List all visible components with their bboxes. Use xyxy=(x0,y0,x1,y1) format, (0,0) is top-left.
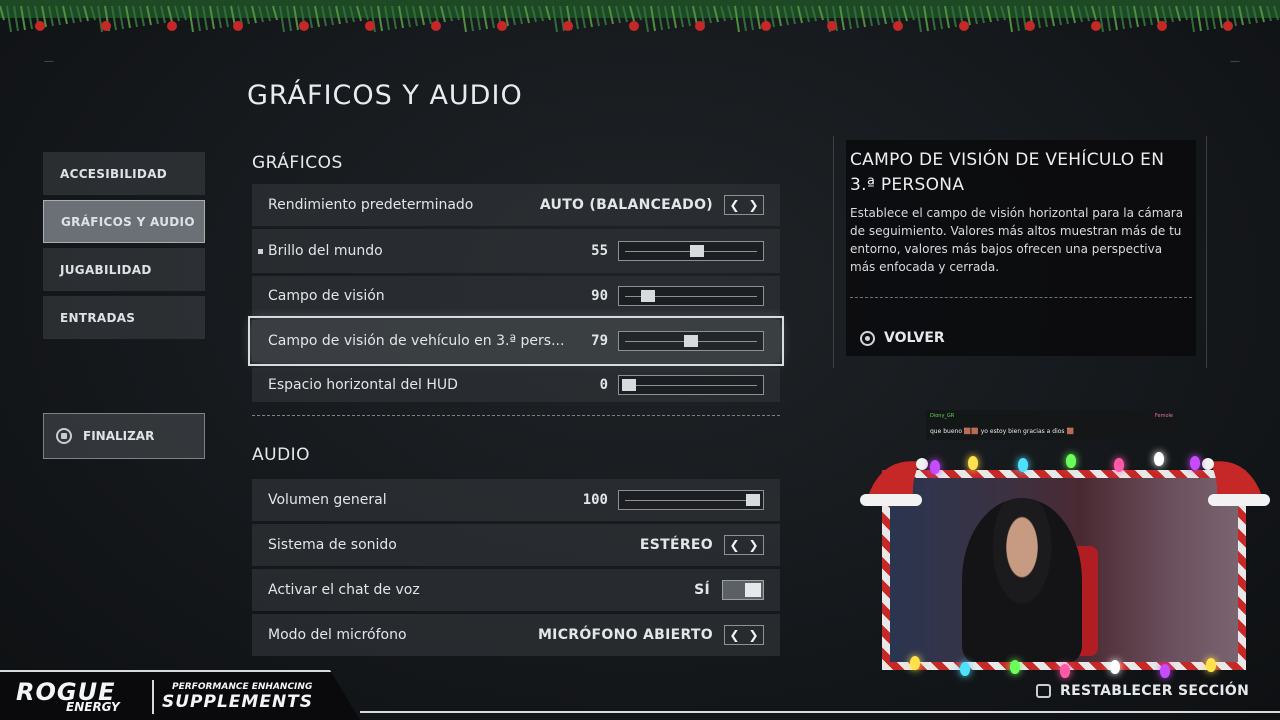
chevron-right-icon[interactable]: ❯ xyxy=(748,198,758,212)
chevron-right-icon[interactable]: ❯ xyxy=(748,628,758,642)
sidebar-item-graficos-audio[interactable]: GRÁFICOS Y AUDIO xyxy=(43,200,205,243)
christmas-garland xyxy=(0,0,1280,33)
chevron-left-icon[interactable]: ❮ xyxy=(729,538,739,552)
slider[interactable] xyxy=(618,375,764,395)
slider-handle[interactable] xyxy=(684,335,698,347)
setting-row-campo-vision-vehiculo[interactable]: Campo de visión de vehículo en 3.ª pers.… xyxy=(248,316,784,366)
setting-row-rendimiento[interactable]: Rendimiento predeterminado AUTO (BALANCE… xyxy=(252,184,780,226)
corner-mark: — xyxy=(1230,56,1240,67)
square-button-icon xyxy=(56,428,72,444)
bottom-rule xyxy=(360,711,1280,713)
chat-username: Diony_GR xyxy=(930,413,955,419)
setting-label: Activar el chat de voz xyxy=(268,582,420,598)
view-button-icon xyxy=(1036,684,1051,698)
sponsor-logo-sub: ENERGY xyxy=(66,700,120,714)
setting-label: Campo de visión xyxy=(268,288,385,304)
section-title-audio: AUDIO xyxy=(252,445,311,465)
graphics-settings-list: Rendimiento predeterminado AUTO (BALANCE… xyxy=(248,184,784,405)
chevron-left-icon[interactable]: ❮ xyxy=(729,198,739,212)
chat-message: que bueno 🟫🟫 yo estoy bien gracias a dio… xyxy=(930,428,1074,435)
slider-handle[interactable] xyxy=(640,290,655,302)
setting-label: Espacio horizontal del HUD xyxy=(268,377,458,393)
setting-value: ESTÉREO xyxy=(639,537,713,553)
chevron-right-icon[interactable]: ❯ xyxy=(748,538,758,552)
slider[interactable] xyxy=(618,241,764,261)
setting-label: Volumen general xyxy=(268,492,387,508)
slider-handle[interactable] xyxy=(622,379,636,391)
page-title: GRÁFICOS Y AUDIO xyxy=(247,80,523,111)
sidebar-item-entradas[interactable]: ENTRADAS xyxy=(43,296,205,339)
setting-row-volumen[interactable]: Volumen general 100 xyxy=(252,479,780,521)
reset-section-button[interactable]: RESTABLECER SECCIÓN xyxy=(1036,683,1249,699)
option-arrows[interactable]: ❮ ❯ xyxy=(724,535,764,555)
sidebar-item-jugabilidad[interactable]: JUGABILIDAD xyxy=(43,248,205,291)
setting-row-brillo[interactable]: Brillo del mundo 55 xyxy=(252,229,780,273)
section-divider xyxy=(252,415,780,416)
sponsor-tagline-main: SUPPLEMENTS xyxy=(162,692,314,712)
setting-value: 100 xyxy=(582,492,608,508)
modified-indicator-icon xyxy=(258,248,263,254)
setting-value: MICRÓFONO ABIERTO xyxy=(537,627,713,643)
sidebar: ACCESIBILIDAD GRÁFICOS Y AUDIO JUGABILID… xyxy=(43,152,205,344)
info-title: CAMPO DE VISIÓN DE VEHÍCULO EN 3.ª PERSO… xyxy=(850,150,1165,195)
audio-settings-list: Volumen general 100 Sistema de sonido ES… xyxy=(252,479,780,659)
setting-row-modo-microfono[interactable]: Modo del micrófono MICRÓFONO ABIERTO ❮ ❯ xyxy=(252,614,780,656)
toggle-switch[interactable] xyxy=(722,580,764,600)
setting-row-sistema-sonido[interactable]: Sistema de sonido ESTÉREO ❮ ❯ xyxy=(252,524,780,566)
slider-handle[interactable] xyxy=(746,494,760,506)
setting-label: Campo de visión de vehículo en 3.ª pers.… xyxy=(268,333,565,349)
sponsor-tagline-top: PERFORMANCE ENHANCING xyxy=(172,682,313,692)
streamer xyxy=(962,498,1082,662)
setting-value: 90 xyxy=(591,288,608,304)
chevron-left-icon[interactable]: ❮ xyxy=(729,628,739,642)
slider[interactable] xyxy=(618,490,764,510)
webcam-overlay xyxy=(860,452,1270,680)
webcam-feed xyxy=(882,470,1246,670)
option-arrows[interactable]: ❮ ❯ xyxy=(724,195,764,215)
santa-hat-icon xyxy=(860,458,928,506)
info-panel: CAMPO DE VISIÓN DE VEHÍCULO EN 3.ª PERSO… xyxy=(846,140,1196,356)
section-title-graphics: GRÁFICOS xyxy=(252,153,343,173)
setting-value: 55 xyxy=(591,243,608,259)
option-arrows[interactable]: ❮ ❯ xyxy=(724,625,764,645)
circle-button-icon xyxy=(860,330,875,346)
setting-row-espacio-hud[interactable]: Espacio horizontal del HUD 0 xyxy=(252,368,780,402)
setting-row-campo-vision[interactable]: Campo de visión 90 xyxy=(252,276,780,316)
setting-value: AUTO (BALANCEADO) xyxy=(539,197,713,213)
slider[interactable] xyxy=(618,286,764,306)
setting-label: Brillo del mundo xyxy=(268,243,383,259)
setting-label: Rendimiento predeterminado xyxy=(268,197,474,213)
setting-row-chat-voz[interactable]: Activar el chat de voz SÍ xyxy=(252,569,780,611)
finalize-button[interactable]: FINALIZAR xyxy=(43,413,205,459)
setting-value: 0 xyxy=(599,377,608,393)
info-description: Establece el campo de visión horizontal … xyxy=(850,206,1184,274)
info-divider xyxy=(850,297,1192,298)
corner-mark: — xyxy=(44,56,54,67)
back-button[interactable]: VOLVER xyxy=(860,330,945,346)
setting-value: SÍ xyxy=(694,582,710,598)
slider-handle[interactable] xyxy=(690,245,705,257)
chat-badge: Femole xyxy=(1154,413,1173,419)
setting-value: 79 xyxy=(591,333,608,349)
setting-label: Modo del micrófono xyxy=(268,627,407,643)
sidebar-item-accesibilidad[interactable]: ACCESIBILIDAD xyxy=(43,152,205,195)
stream-chat: Diony_GR Femole que bueno 🟫🟫 yo estoy bi… xyxy=(926,410,1178,440)
santa-hat-icon xyxy=(1202,458,1270,506)
sponsor-banner: ROGUE ENERGY PERFORMANCE ENHANCING SUPPL… xyxy=(0,670,360,720)
slider[interactable] xyxy=(618,331,764,351)
setting-label: Sistema de sonido xyxy=(268,537,397,553)
